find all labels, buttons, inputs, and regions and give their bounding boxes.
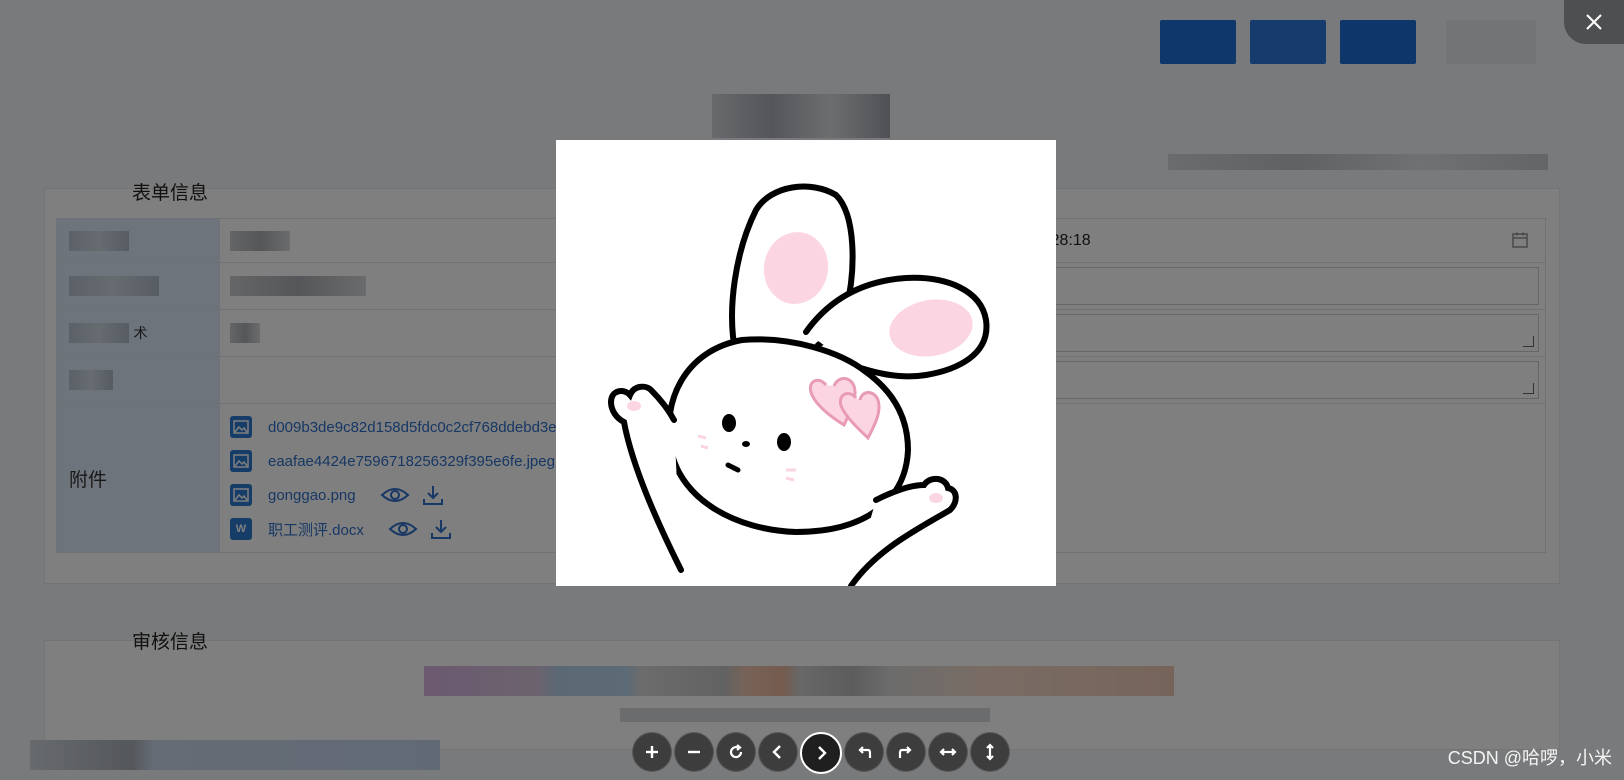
- rotate-left-button[interactable]: [844, 732, 884, 772]
- watermark-text: CSDN @哈啰，小米: [1447, 748, 1612, 768]
- close-icon: [1586, 14, 1602, 30]
- close-viewer-button[interactable]: [1564, 0, 1624, 44]
- plus-icon: [646, 746, 658, 758]
- prev-button[interactable]: [758, 732, 798, 772]
- zoom-out-button[interactable]: [674, 732, 714, 772]
- viewer-toolbar: [632, 732, 1010, 774]
- next-button[interactable]: [800, 732, 842, 774]
- chevron-right-icon: [818, 746, 827, 760]
- flip-vertical-button[interactable]: [970, 732, 1010, 772]
- flip-horizontal-button[interactable]: [928, 732, 968, 772]
- refresh-icon: [729, 744, 743, 759]
- arrows-horizontal-icon: [939, 748, 957, 756]
- bunny-illustration: [556, 140, 1056, 586]
- rotate-left-icon: [858, 746, 872, 758]
- arrows-vertical-icon: [986, 743, 994, 761]
- rotate-right-button[interactable]: [886, 732, 926, 772]
- preview-image[interactable]: [556, 140, 1056, 586]
- minus-icon: [688, 750, 700, 754]
- zoom-in-button[interactable]: [632, 732, 672, 772]
- chevron-left-icon: [772, 745, 781, 759]
- rotate-right-icon: [898, 746, 912, 758]
- reset-button[interactable]: [716, 732, 756, 772]
